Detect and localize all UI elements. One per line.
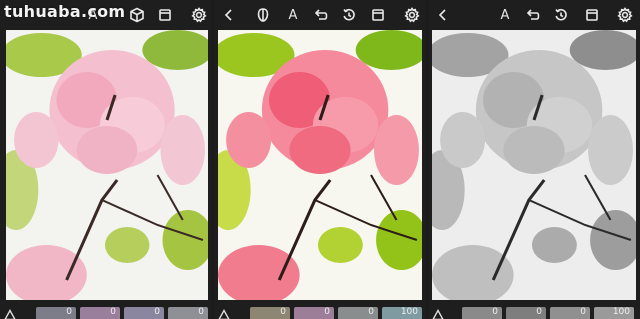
settings-button[interactable] <box>616 6 634 24</box>
editor-panel-grayscale: A 0 0 0 100 <box>428 0 640 319</box>
history-icon <box>555 8 567 21</box>
adjust-button[interactable] <box>4 306 16 319</box>
photo-enhanced[interactable] <box>218 30 422 300</box>
filter-slot[interactable]: 0 <box>36 307 76 319</box>
adjust-button[interactable] <box>432 306 444 319</box>
back-button[interactable] <box>220 6 238 24</box>
filter-slot[interactable]: 100 <box>382 307 422 319</box>
triangle-icon <box>432 309 444 319</box>
filter-value: 0 <box>324 307 330 317</box>
filter-value: 0 <box>368 307 374 317</box>
gear-icon <box>617 7 633 23</box>
filter-value: 0 <box>110 307 116 317</box>
settings-button[interactable] <box>190 6 208 24</box>
crop-button[interactable] <box>369 6 387 24</box>
filter-slot[interactable]: 100 <box>594 307 634 319</box>
filter-value: 0 <box>66 307 72 317</box>
filter-slot[interactable]: 0 <box>550 307 590 319</box>
adjust-button[interactable] <box>218 306 230 319</box>
filter-slot[interactable]: 0 <box>168 307 208 319</box>
history-button[interactable] <box>340 6 358 24</box>
filter-slot[interactable]: 0 <box>80 307 120 319</box>
back-button[interactable] <box>434 6 452 24</box>
undo-icon <box>526 9 540 20</box>
filter-value: 0 <box>580 307 586 317</box>
chevron-left-icon <box>438 9 446 21</box>
gear-icon <box>404 7 420 23</box>
history-button[interactable] <box>552 6 570 24</box>
filter-bar: 0 0 0 0 <box>0 303 212 319</box>
filter-bar: 0 0 0 100 <box>214 303 426 319</box>
filter-slot[interactable]: 0 <box>462 307 502 319</box>
watermark-logo: tuhuaba.com <box>4 2 126 21</box>
mask-button[interactable] <box>254 6 272 24</box>
top-toolbar: A <box>214 0 426 30</box>
filter-slot[interactable]: 0 <box>250 307 290 319</box>
filter-slot[interactable]: 0 <box>338 307 378 319</box>
photo-original[interactable] <box>6 30 208 300</box>
shield-icon <box>257 8 269 22</box>
cherry-blossom-image <box>218 30 422 300</box>
crop-icon <box>586 9 598 21</box>
filter-value: 100 <box>400 307 418 317</box>
gear-icon <box>191 7 207 23</box>
triangle-icon <box>218 309 230 319</box>
filter-slot[interactable]: 0 <box>294 307 334 319</box>
history-icon <box>343 8 355 21</box>
crop-button[interactable] <box>583 6 601 24</box>
filter-bar: 0 0 0 100 <box>428 303 640 319</box>
cube-icon <box>130 7 144 23</box>
text-tool-button[interactable]: A <box>284 6 302 24</box>
3d-cube-button[interactable] <box>128 6 146 24</box>
text-tool-button[interactable]: A <box>496 6 514 24</box>
filter-value: 0 <box>154 307 160 317</box>
text-tool-label: A <box>500 7 510 23</box>
crop-icon <box>372 9 384 21</box>
undo-button[interactable] <box>312 6 330 24</box>
crop-icon <box>159 9 171 21</box>
crop-button[interactable] <box>156 6 174 24</box>
editor-panel-original: A 0 0 0 0 <box>0 0 212 319</box>
chevron-left-icon <box>224 9 232 21</box>
text-tool-label: A <box>288 7 298 23</box>
undo-icon <box>314 9 328 20</box>
cherry-blossom-image <box>432 30 636 300</box>
settings-button[interactable] <box>403 6 421 24</box>
filter-value: 0 <box>492 307 498 317</box>
photo-grayscale[interactable] <box>432 30 636 300</box>
filter-value: 0 <box>280 307 286 317</box>
top-toolbar: A <box>428 0 640 30</box>
cherry-blossom-image <box>6 30 208 300</box>
filter-value: 0 <box>198 307 204 317</box>
undo-button[interactable] <box>524 6 542 24</box>
filter-slot[interactable]: 0 <box>124 307 164 319</box>
filter-value: 0 <box>536 307 542 317</box>
editor-panel-enhanced: A 0 0 0 100 <box>214 0 426 319</box>
filter-value: 100 <box>612 307 630 317</box>
filter-slot[interactable]: 0 <box>506 307 546 319</box>
triangle-icon <box>4 309 16 319</box>
